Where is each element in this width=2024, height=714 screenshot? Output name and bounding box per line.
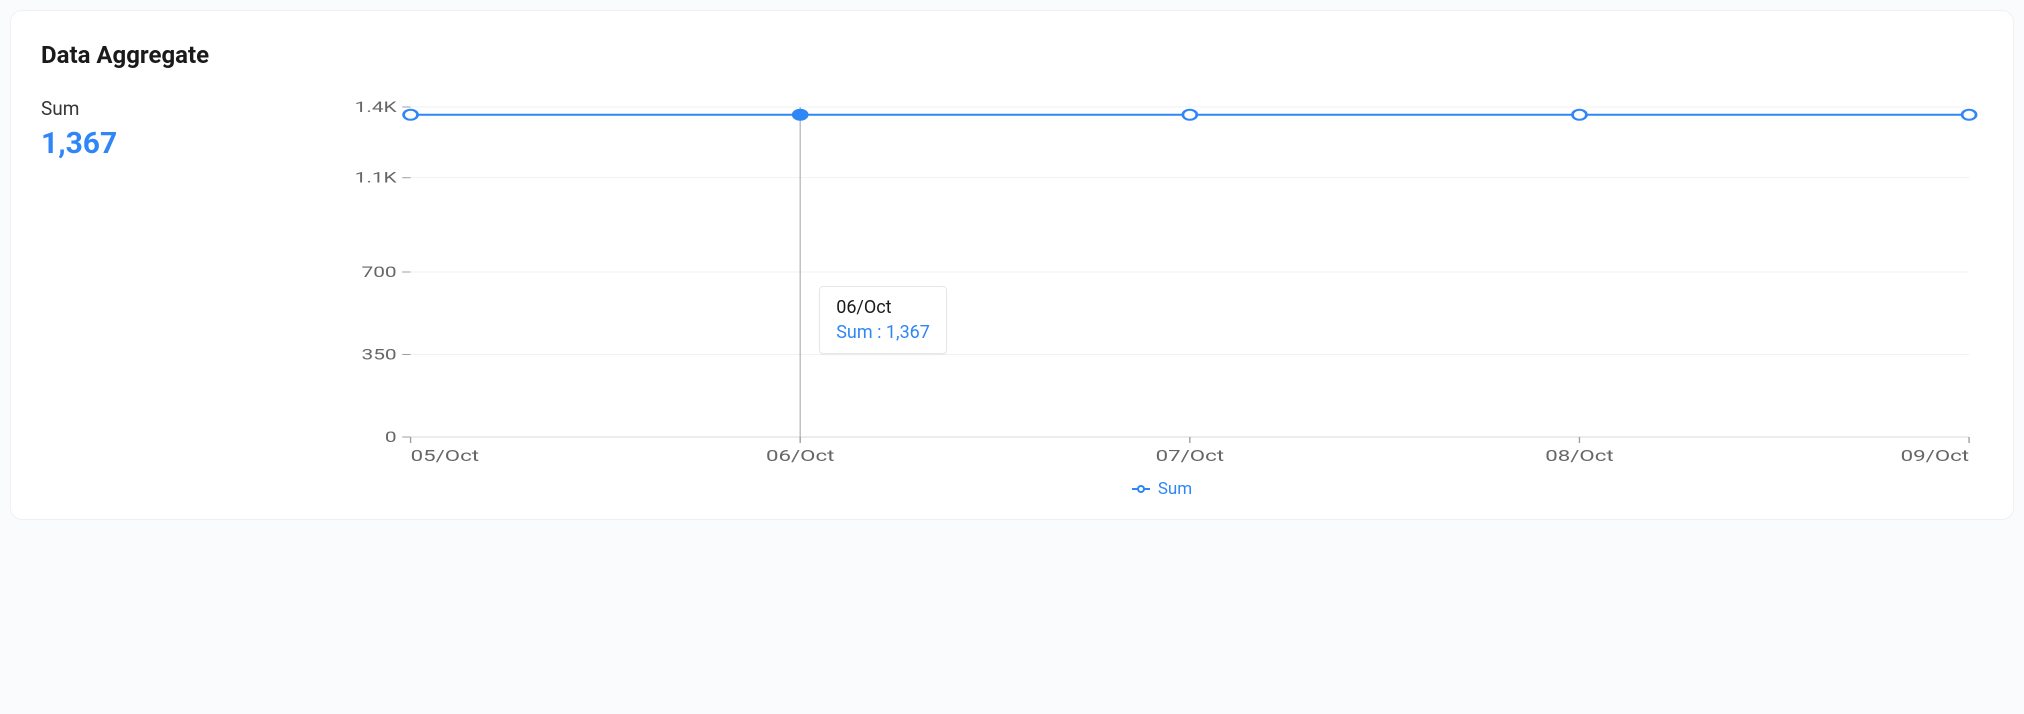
legend-marker-icon (1132, 488, 1150, 490)
svg-text:1.4K: 1.4K (355, 99, 398, 116)
svg-text:1.1K: 1.1K (355, 170, 398, 187)
line-chart[interactable]: 0 350 700 1.1K 1.4K 05/Oct 06/Oct 07/Oct 08/Oct 0… (341, 97, 1983, 467)
svg-text:350: 350 (361, 346, 396, 363)
svg-text:06/Oct: 06/Oct (766, 446, 834, 465)
data-aggregate-card: Data Aggregate Sum 1,367 0 350 700 1.1K 1.4K… (10, 10, 2014, 520)
panel-title: Data Aggregate (41, 41, 1983, 69)
tooltip-series: Sum : 1,367 (836, 322, 930, 343)
chart-tooltip: 06/Oct Sum : 1,367 (819, 286, 947, 354)
svg-text:05/Oct: 05/Oct (411, 446, 479, 465)
svg-text:0: 0 (385, 429, 397, 446)
tooltip-series-label: Sum (836, 322, 872, 343)
tooltip-date: 06/Oct (836, 297, 930, 318)
stat-value: 1,367 (41, 126, 301, 161)
chart-legend[interactable]: Sum (341, 479, 1983, 499)
svg-text:07/Oct: 07/Oct (1156, 446, 1224, 465)
legend-label: Sum (1158, 479, 1192, 499)
svg-text:09/Oct: 09/Oct (1901, 446, 1969, 465)
svg-text:08/Oct: 08/Oct (1545, 446, 1613, 465)
stat-block: Sum 1,367 (41, 97, 301, 161)
panel-content: Sum 1,367 0 350 700 1.1K 1.4K 05/Oct 06/Oct 07/… (41, 97, 1983, 499)
svg-text:700: 700 (361, 264, 396, 281)
stat-label: Sum (41, 97, 301, 120)
chart-area[interactable]: 0 350 700 1.1K 1.4K 05/Oct 06/Oct 07/Oct 08/Oct 0… (341, 97, 1983, 499)
tooltip-series-value: 1,367 (886, 322, 930, 343)
